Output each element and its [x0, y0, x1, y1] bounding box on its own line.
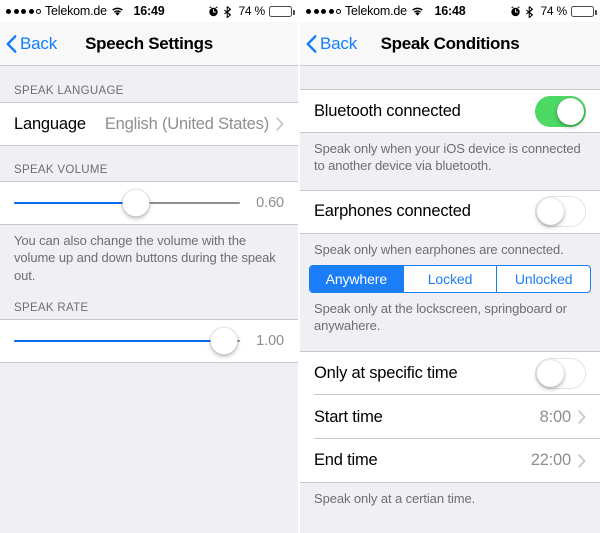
- rate-slider-fill: [14, 339, 225, 342]
- toggle-knob: [537, 360, 564, 388]
- bluetooth-connected-toggle[interactable]: [535, 95, 586, 127]
- volume-slider-row[interactable]: 0.60: [0, 181, 298, 225]
- rate-slider-row[interactable]: 1.00: [0, 318, 298, 363]
- speak-conditions-content: Bluetooth connected Speak only when your…: [300, 67, 600, 533]
- bluetooth-icon: [525, 5, 536, 18]
- nav-bar-left: Back Speech Settings: [0, 22, 298, 66]
- battery-icon: [269, 5, 295, 17]
- chevron-left-icon: [6, 34, 17, 53]
- rate-slider[interactable]: [14, 327, 240, 355]
- alarm-clock-icon: [208, 5, 219, 17]
- rate-value-label: 1.00: [256, 332, 284, 349]
- specific-time-footnote: Speak only at a certian time.: [314, 491, 476, 507]
- status-bar-right: Telekom.de 16:48 74 %: [300, 0, 600, 22]
- language-row-value: English (United States): [104, 114, 269, 133]
- volume-slider[interactable]: [14, 189, 240, 217]
- chevron-right-icon: [276, 117, 284, 131]
- start-time-value: 8:00: [539, 407, 572, 426]
- battery-icon: [571, 5, 597, 17]
- bluetooth-connected-row[interactable]: Bluetooth connected: [300, 89, 600, 133]
- start-time-label: Start time: [314, 407, 383, 426]
- carrier-label: Telekom.de: [345, 4, 407, 18]
- status-bar-left-group: Telekom.de: [6, 4, 124, 18]
- end-time-row[interactable]: End time 22:00: [300, 438, 600, 484]
- carrier-label: Telekom.de: [45, 4, 107, 18]
- earphones-connected-toggle[interactable]: [535, 196, 586, 228]
- volume-slider-thumb[interactable]: [122, 189, 150, 217]
- segment-locked[interactable]: Locked: [404, 265, 498, 292]
- status-bar-right-group: 74 %: [510, 4, 597, 18]
- back-button[interactable]: Back: [300, 34, 357, 54]
- back-button-label: Back: [20, 33, 57, 53]
- signal-strength-icon: [306, 8, 341, 14]
- nav-bar-right: Back Speak Conditions: [300, 22, 600, 66]
- chevron-right-icon: [578, 454, 586, 468]
- speak-conditions-screen: Telekom.de 16:48 74 % Back Speak Conditi…: [300, 0, 600, 533]
- dual-screenshot-container: Telekom.de 16:49 74 % Back Speech Settin…: [0, 0, 600, 533]
- only-at-specific-time-toggle[interactable]: [535, 358, 586, 390]
- wifi-icon: [411, 6, 424, 17]
- toggle-knob: [537, 198, 564, 226]
- earphones-footnote: Speak only when earphones are connected.: [314, 241, 564, 257]
- battery-percent-label: 74 %: [540, 4, 567, 18]
- segment-anywhere[interactable]: Anywhere: [310, 265, 404, 292]
- signal-strength-icon: [6, 8, 41, 14]
- end-time-value: 22:00: [530, 451, 571, 470]
- segment-unlocked[interactable]: Unlocked: [497, 266, 590, 292]
- battery-percent-label: 74 %: [238, 4, 265, 18]
- volume-footnote: You can also change the volume with the …: [14, 233, 276, 283]
- bluetooth-footnote: Speak only when your iOS device is conne…: [314, 141, 581, 174]
- lockstate-footnote: Speak only at the lockscreen, springboar…: [314, 300, 567, 334]
- speech-settings-content: SPEAK LANGUAGE Language English (United …: [0, 67, 298, 533]
- back-button-label: Back: [320, 33, 357, 53]
- chevron-right-icon: [578, 410, 586, 425]
- only-at-specific-time-row[interactable]: Only at specific time: [300, 351, 600, 396]
- section-header-speak-volume: SPEAK VOLUME: [14, 164, 108, 176]
- chevron-left-icon: [306, 34, 317, 53]
- back-button[interactable]: Back: [0, 34, 57, 54]
- end-time-label: End time: [314, 451, 378, 470]
- status-bar-left-group: Telekom.de: [306, 4, 424, 18]
- language-row[interactable]: Language English (United States): [0, 102, 298, 146]
- bluetooth-connected-label: Bluetooth connected: [314, 101, 461, 120]
- lockstate-segmented-control[interactable]: Anywhere Locked Unlocked: [309, 264, 591, 293]
- section-header-speak-rate: SPEAK RATE: [14, 301, 89, 314]
- volume-value-label: 0.60: [256, 195, 284, 211]
- earphones-connected-row[interactable]: Earphones connected: [300, 189, 600, 234]
- alarm-clock-icon: [510, 5, 521, 17]
- bluetooth-icon: [223, 5, 234, 18]
- toggle-knob: [557, 97, 584, 125]
- wifi-icon: [111, 6, 124, 17]
- earphones-connected-label: Earphones connected: [314, 202, 471, 221]
- status-bar-right-group: 74 %: [208, 4, 295, 18]
- volume-slider-fill: [14, 202, 137, 204]
- rate-slider-thumb[interactable]: [210, 327, 238, 355]
- language-row-label: Language: [14, 114, 86, 133]
- only-at-specific-time-label: Only at specific time: [314, 364, 458, 383]
- lockstate-segmented-wrap: Anywhere Locked Unlocked: [300, 258, 600, 293]
- section-header-speak-language: SPEAK LANGUAGE: [14, 85, 124, 97]
- speech-settings-screen: Telekom.de 16:49 74 % Back Speech Settin…: [0, 0, 300, 533]
- status-bar-left: Telekom.de 16:49 74 %: [0, 0, 298, 22]
- start-time-row[interactable]: Start time 8:00: [300, 394, 600, 440]
